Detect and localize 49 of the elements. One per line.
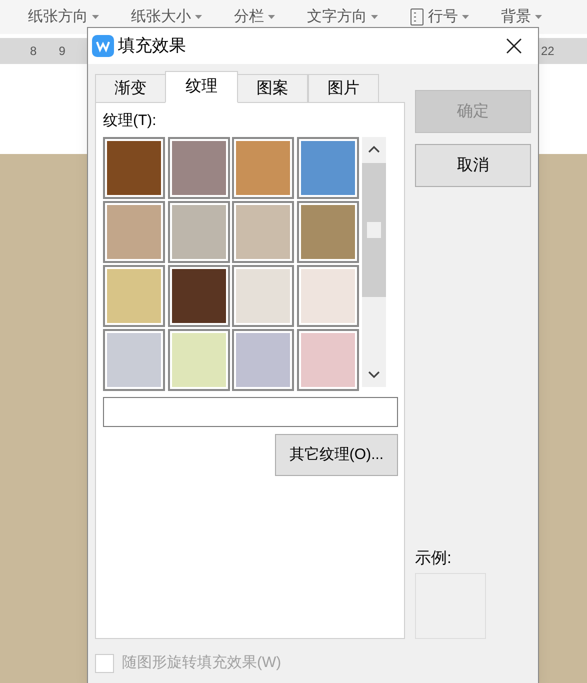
- scroll-up-icon[interactable]: [368, 145, 380, 153]
- texture-swatch[interactable]: [107, 333, 161, 387]
- toolbar-button[interactable]: 纸张大小: [131, 6, 191, 28]
- ruler-number: 22: [541, 43, 554, 60]
- texture-swatch[interactable]: [300, 141, 354, 195]
- window-title: 填充效果: [118, 35, 186, 58]
- texture-name-field[interactable]: [103, 397, 398, 427]
- sample-label: 示例:: [415, 549, 452, 569]
- tab[interactable]: 渐变: [95, 74, 166, 103]
- ruler-number: 8: [30, 43, 37, 60]
- toolbar-button[interactable]: 文字方向: [307, 6, 367, 28]
- caret-icon: [195, 14, 202, 20]
- scroll-thumb[interactable]: [362, 163, 386, 297]
- caret-icon: [268, 14, 275, 20]
- caret-icon: [92, 14, 99, 20]
- texture-swatch[interactable]: [172, 333, 226, 387]
- texture-swatch[interactable]: [172, 205, 226, 259]
- texture-swatch[interactable]: [107, 269, 161, 323]
- close-button[interactable]: [504, 36, 524, 56]
- texture-swatch[interactable]: [236, 269, 290, 323]
- toolbar-button[interactable]: 纸张方向: [28, 6, 88, 28]
- toolbar-button[interactable]: 背景: [501, 6, 531, 28]
- caret-icon: [371, 14, 378, 20]
- texture-swatch[interactable]: [300, 205, 354, 259]
- caret-icon: [535, 14, 542, 20]
- checkbox-label: 随图形旋转填充效果(W): [122, 652, 282, 673]
- texture-swatch[interactable]: [300, 269, 354, 323]
- texture-swatch[interactable]: [107, 205, 161, 259]
- scroll-down-icon[interactable]: [368, 371, 380, 379]
- texture-swatch[interactable]: [236, 141, 290, 195]
- texture-swatch[interactable]: [107, 141, 161, 195]
- texture-label: 纹理(T):: [103, 111, 158, 131]
- other-textures-button[interactable]: 其它纹理(O)...: [275, 434, 398, 476]
- app-logo-icon: [92, 35, 114, 57]
- toolbar-button[interactable]: 行号: [428, 6, 458, 28]
- close-icon: [506, 38, 522, 54]
- tab[interactable]: 纹理: [165, 71, 238, 103]
- tab[interactable]: 图片: [308, 74, 379, 103]
- texture-swatch[interactable]: [172, 269, 226, 323]
- cancel-button[interactable]: 取消: [415, 144, 531, 187]
- texture-swatch[interactable]: [236, 333, 290, 387]
- texture-swatch[interactable]: [300, 333, 354, 387]
- tab[interactable]: 图案: [237, 74, 308, 103]
- texture-swatch[interactable]: [172, 141, 226, 195]
- document-icon: [410, 8, 424, 26]
- ruler-number: 9: [58, 43, 66, 60]
- caret-icon: [462, 14, 469, 20]
- toolbar-button[interactable]: 分栏: [234, 6, 264, 28]
- texture-swatch[interactable]: [236, 205, 290, 259]
